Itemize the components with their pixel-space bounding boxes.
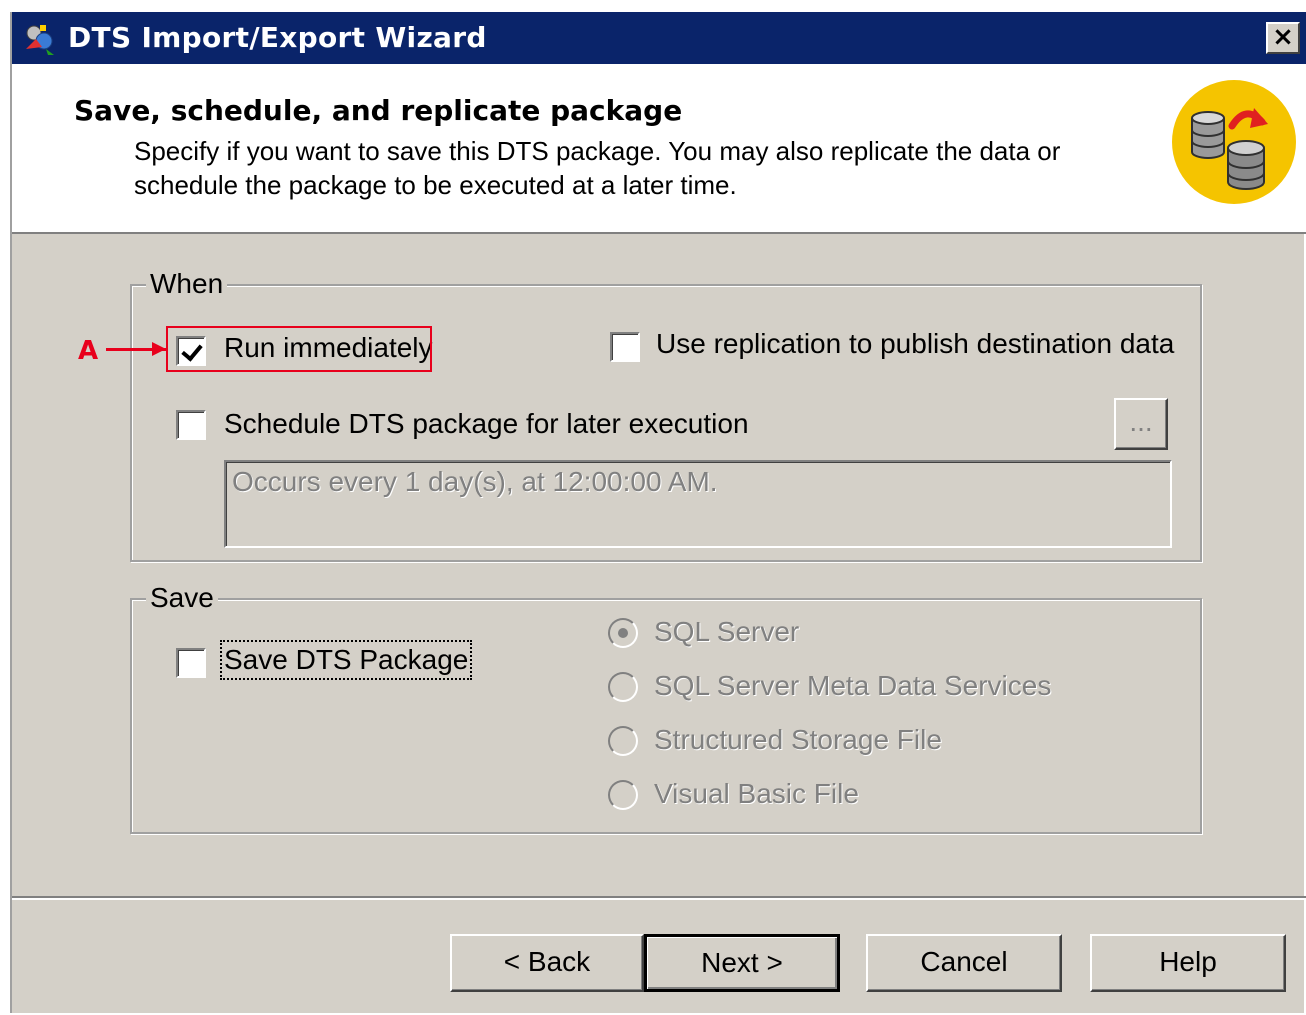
wizard-window: DTS Import/Export Wizard × Save, schedul…: [10, 12, 1306, 1013]
save-package-label[interactable]: Save DTS Package: [219, 640, 473, 680]
next-button[interactable]: Next >: [644, 934, 840, 992]
back-button[interactable]: < Back: [450, 934, 644, 992]
close-button[interactable]: ×: [1266, 22, 1300, 54]
annotation-arrow-head-icon: [152, 342, 166, 356]
schedule-description-field: Occurs every 1 day(s), at 12:00:00 AM.: [224, 460, 1172, 548]
save-group-label: Save: [146, 582, 218, 614]
save-package-checkbox[interactable]: [176, 648, 206, 678]
sql-server-radio[interactable]: [608, 618, 638, 648]
structured-storage-label[interactable]: Structured Storage File: [654, 724, 942, 756]
visual-basic-radio[interactable]: [608, 780, 638, 810]
dts-wizard-icon: [26, 25, 54, 55]
page-description: Specify if you want to save this DTS pac…: [134, 136, 1061, 200]
schedule-label[interactable]: Schedule DTS package for later execution: [224, 408, 749, 440]
wizard-header: Save, schedule, and replicate package Sp…: [12, 64, 1306, 234]
when-group-label: When: [146, 268, 228, 300]
visual-basic-label[interactable]: Visual Basic File: [654, 778, 859, 810]
schedule-checkbox[interactable]: [176, 410, 206, 440]
annotation-marker: A: [78, 336, 99, 366]
sql-server-label[interactable]: SQL Server: [654, 616, 799, 648]
window-title: DTS Import/Export Wizard: [68, 21, 487, 54]
schedule-options-button[interactable]: ...: [1114, 398, 1168, 450]
database-replicate-icon: [1172, 80, 1296, 204]
annotation-highlight-box: [166, 326, 432, 372]
meta-data-services-radio[interactable]: [608, 672, 638, 702]
meta-data-services-label[interactable]: SQL Server Meta Data Services: [654, 670, 1051, 702]
structured-storage-radio[interactable]: [608, 726, 638, 756]
use-replication-checkbox[interactable]: [610, 332, 640, 362]
cancel-button[interactable]: Cancel: [866, 934, 1062, 992]
help-button[interactable]: Help: [1090, 934, 1286, 992]
footer-separator: [12, 896, 1306, 900]
page-title: Save, schedule, and replicate package: [74, 94, 683, 127]
title-bar[interactable]: DTS Import/Export Wizard ×: [12, 12, 1306, 64]
use-replication-label[interactable]: Use replication to publish destination d…: [656, 328, 1174, 360]
